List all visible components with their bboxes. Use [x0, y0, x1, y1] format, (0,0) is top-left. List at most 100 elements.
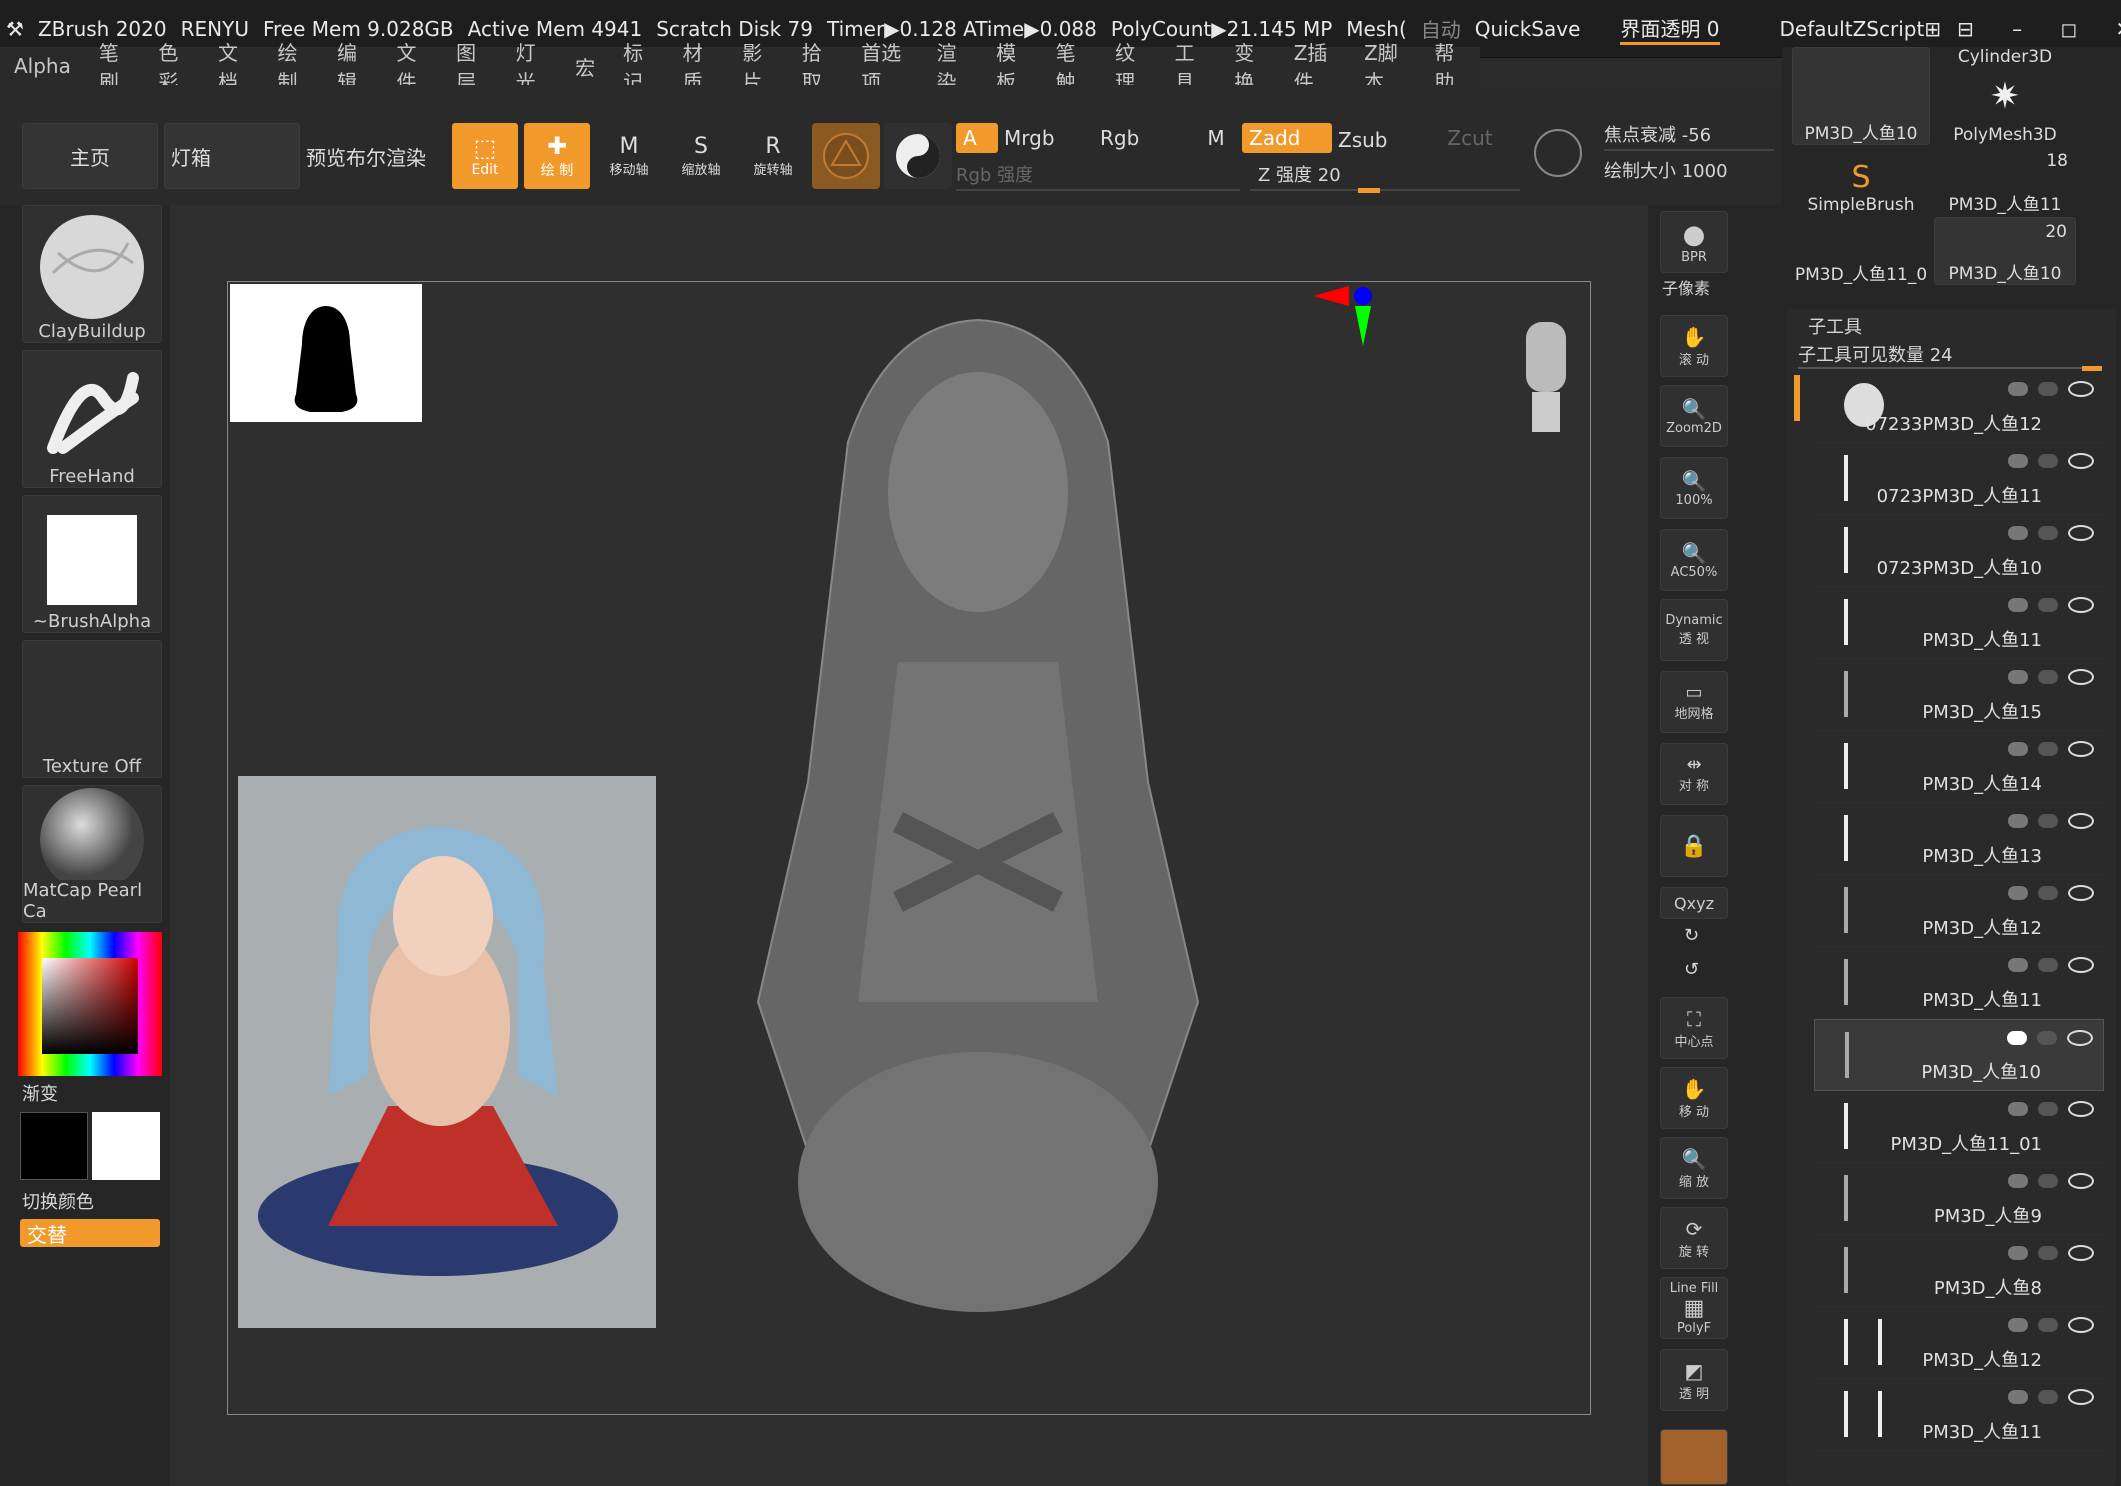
- draw-size-slider[interactable]: 绘制大小 1000: [1604, 157, 1774, 187]
- visibility-eye-icon[interactable]: [2068, 525, 2094, 541]
- material-swatch[interactable]: [812, 123, 880, 189]
- subtool-title[interactable]: 子工具: [1808, 313, 1862, 339]
- scroll-button[interactable]: ✋ 滚 动: [1660, 315, 1728, 377]
- subtool-row-controls[interactable]: [1903, 1028, 2093, 1048]
- default-zscript[interactable]: DefaultZScript: [1780, 17, 1925, 41]
- subtool-row[interactable]: PM3D_人鱼9: [1814, 1163, 2104, 1235]
- subtool-row-selected[interactable]: PM3D_人鱼10: [1814, 1019, 2104, 1091]
- subpixel-label[interactable]: 子像素: [1662, 275, 1710, 299]
- y-rotate-icon[interactable]: ↻: [1684, 925, 1699, 946]
- alternate-button[interactable]: 交替: [20, 1219, 160, 1247]
- lightbox-button[interactable]: 灯箱: [164, 123, 300, 189]
- tool-thumb-pm3d-10b[interactable]: 20 PM3D_人鱼10: [1934, 217, 2076, 285]
- edit-button[interactable]: ⬚ Edit: [452, 123, 518, 189]
- ghost-button[interactable]: [1660, 1429, 1728, 1485]
- subtool-row-controls[interactable]: [1904, 739, 2094, 759]
- brush-selector[interactable]: ClayBuildup: [22, 205, 162, 343]
- draw-button[interactable]: ✚ 绘 制: [524, 123, 590, 189]
- visibility-eye-icon[interactable]: [2068, 957, 2094, 973]
- rgb-toggle[interactable]: Rgb: [1100, 123, 1180, 153]
- m-toggle[interactable]: M: [1196, 123, 1236, 153]
- rgb-intensity-slider[interactable]: Rgb 强度: [956, 161, 1240, 191]
- bpr-button[interactable]: ● BPR: [1660, 211, 1728, 273]
- transparent-button[interactable]: ◩ 透 明: [1660, 1349, 1728, 1411]
- subtool-row[interactable]: PM3D_人鱼12: [1814, 875, 2104, 947]
- subtool-row[interactable]: PM3D_人鱼12: [1814, 1307, 2104, 1379]
- subtool-row[interactable]: PM3D_人鱼11: [1814, 1379, 2104, 1451]
- subtool-row-controls[interactable]: [1904, 1387, 2094, 1407]
- transparency-slider[interactable]: 界面透明 0: [1620, 13, 1720, 45]
- scale-gizmo-button[interactable]: S 缩放轴: [668, 123, 734, 189]
- menu-alpha[interactable]: Alpha: [0, 54, 85, 78]
- zcut-toggle[interactable]: Zcut: [1440, 123, 1500, 153]
- subtool-row[interactable]: PM3D_人鱼11_01: [1814, 1091, 2104, 1163]
- floor-button[interactable]: ▭ 地网格: [1660, 671, 1728, 733]
- focal-shift-slider[interactable]: 焦点衰减 -56: [1604, 121, 1774, 151]
- zoom-button[interactable]: 🔍 缩 放: [1660, 1137, 1728, 1199]
- tool-thumb-pm3d-11[interactable]: 18 PM3D_人鱼11: [1934, 147, 2076, 215]
- subtool-row-controls[interactable]: [1904, 1099, 2094, 1119]
- visibility-eye-icon[interactable]: [2068, 1389, 2094, 1405]
- color-picker[interactable]: [18, 932, 162, 1076]
- model-viewport[interactable]: [698, 302, 1258, 1402]
- antialias-half-button[interactable]: 🔍 AC50%: [1660, 529, 1728, 591]
- subtool-row[interactable]: 0723PM3D_人鱼11: [1814, 443, 2104, 515]
- color-square[interactable]: [42, 958, 138, 1054]
- zsub-toggle[interactable]: Zsub: [1338, 125, 1428, 155]
- visibility-eye-icon[interactable]: [2068, 669, 2094, 685]
- subtool-row-controls[interactable]: [1904, 811, 2094, 831]
- subtool-row-controls[interactable]: [1904, 379, 2094, 399]
- symmetry-button[interactable]: ⇹ 对 称: [1660, 743, 1728, 805]
- visibility-eye-icon[interactable]: [2068, 453, 2094, 469]
- visibility-eye-icon[interactable]: [2068, 381, 2094, 397]
- z-intensity-slider[interactable]: Z 强度 20: [1250, 161, 1520, 193]
- subtool-row[interactable]: PM3D_人鱼11: [1814, 947, 2104, 1019]
- subtool-row[interactable]: PM3D_人鱼14: [1814, 731, 2104, 803]
- subtool-row[interactable]: PM3D_人鱼11: [1814, 587, 2104, 659]
- visibility-eye-icon[interactable]: [2067, 1030, 2093, 1046]
- polyframe-button[interactable]: Line Fill ▦ PolyF: [1660, 1277, 1728, 1339]
- visibility-eye-icon[interactable]: [2068, 741, 2094, 757]
- stroke-selector[interactable]: FreeHand: [22, 350, 162, 488]
- secondary-color-swatch[interactable]: [20, 1112, 88, 1180]
- gradient-label[interactable]: 渐变: [22, 1080, 58, 1106]
- a-toggle[interactable]: A: [956, 123, 998, 153]
- subtool-row-controls[interactable]: [1904, 1171, 2094, 1191]
- home-button[interactable]: 主页: [22, 123, 158, 189]
- visible-count-slider[interactable]: 子工具可见数量 24: [1798, 341, 2102, 371]
- local-button[interactable]: 🔒: [1660, 815, 1728, 877]
- subtool-row-controls[interactable]: [1904, 667, 2094, 687]
- tool-thumb-polymesh3d[interactable]: Cylinder3D ✷ PolyMesh3D: [1934, 47, 2076, 145]
- material-selector[interactable]: MatCap Pearl Ca: [22, 785, 162, 923]
- alpha-selector[interactable]: ~BrushAlpha: [22, 495, 162, 633]
- subtool-row[interactable]: 0723PM3D_人鱼10: [1814, 515, 2104, 587]
- main-color-swatch[interactable]: [92, 1112, 160, 1180]
- texture-selector[interactable]: Texture Off: [22, 640, 162, 778]
- visibility-eye-icon[interactable]: [2068, 1245, 2094, 1261]
- lazy-mouse-icon[interactable]: [1534, 129, 1582, 177]
- perspective-button[interactable]: Dynamic 透 视: [1660, 599, 1728, 661]
- mrgb-toggle[interactable]: Mrgb: [1004, 123, 1094, 153]
- rotate-button[interactable]: ⟳ 旋 转: [1660, 1207, 1728, 1269]
- head-navigator[interactable]: [1518, 322, 1574, 432]
- subtool-row[interactable]: 07233PM3D_人鱼12: [1814, 371, 2104, 443]
- z-rotate-icon[interactable]: ↺: [1684, 959, 1699, 980]
- zadd-toggle[interactable]: Zadd: [1242, 123, 1332, 153]
- xyz-rotate-button[interactable]: Qxyz: [1660, 887, 1728, 919]
- visibility-eye-icon[interactable]: [2068, 1101, 2094, 1117]
- menu-macro[interactable]: 宏: [561, 52, 609, 81]
- preview-bool-render-button[interactable]: 预览布尔渲染: [306, 123, 426, 189]
- subtool-row-controls[interactable]: [1904, 1243, 2094, 1263]
- quicksave-button[interactable]: QuickSave: [1475, 17, 1581, 41]
- visibility-eye-icon[interactable]: [2068, 813, 2094, 829]
- orientation-gizmo[interactable]: [1313, 286, 1383, 346]
- color-sphere[interactable]: [884, 123, 952, 189]
- subtool-row[interactable]: PM3D_人鱼13: [1814, 803, 2104, 875]
- subtool-row-controls[interactable]: [1904, 595, 2094, 615]
- visibility-eye-icon[interactable]: [2068, 1317, 2094, 1333]
- subtool-row[interactable]: PM3D_人鱼15: [1814, 659, 2104, 731]
- tool-thumb-pm3d-11-0[interactable]: PM3D_人鱼11_0: [1792, 217, 1930, 285]
- window-controls[interactable]: ⊞⊟ – ◻ ✕: [1924, 17, 2121, 41]
- subtool-row-controls[interactable]: [1904, 523, 2094, 543]
- subtool-row-controls[interactable]: [1904, 451, 2094, 471]
